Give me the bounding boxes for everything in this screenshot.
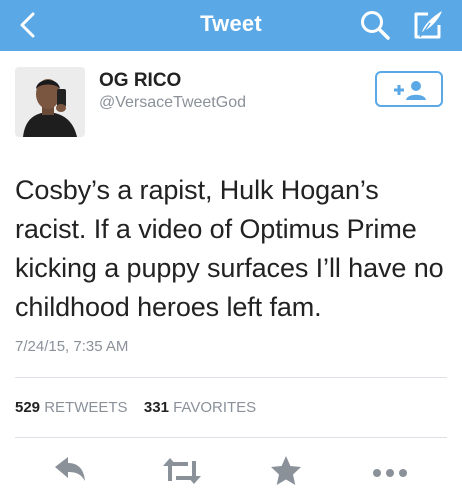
tweet-text: Cosby’s a rapist, Hulk Hogan’s racist. I… bbox=[15, 175, 444, 322]
avatar[interactable] bbox=[15, 67, 85, 137]
add-user-icon bbox=[394, 81, 426, 100]
back-chevron-icon[interactable] bbox=[14, 10, 44, 40]
follow-button[interactable] bbox=[375, 71, 443, 107]
tweet-stats: 529 RETWEETS 331 FAVORITES bbox=[15, 399, 256, 416]
favorites-count[interactable]: 331 bbox=[144, 399, 169, 416]
author-handle[interactable]: @VersaceTweetGod bbox=[99, 94, 246, 112]
navigation-bar: Tweet bbox=[0, 0, 462, 51]
retweets-label[interactable]: RETWEETS bbox=[44, 399, 127, 416]
search-icon[interactable] bbox=[358, 8, 392, 42]
profile-photo bbox=[15, 67, 85, 137]
reply-icon[interactable] bbox=[50, 453, 90, 489]
favorites-label[interactable]: FAVORITES bbox=[173, 399, 256, 416]
compose-icon[interactable] bbox=[410, 8, 446, 42]
author-name[interactable]: OG RICO bbox=[99, 70, 181, 92]
retweets-count[interactable]: 529 bbox=[15, 399, 40, 416]
divider bbox=[15, 377, 447, 378]
favorite-star-icon[interactable] bbox=[268, 453, 304, 489]
more-icon[interactable] bbox=[368, 453, 412, 489]
page-title: Tweet bbox=[200, 11, 262, 36]
divider bbox=[15, 437, 447, 438]
retweet-icon[interactable] bbox=[160, 453, 204, 489]
tweet-timestamp: 7/24/15, 7:35 AM bbox=[15, 338, 129, 355]
